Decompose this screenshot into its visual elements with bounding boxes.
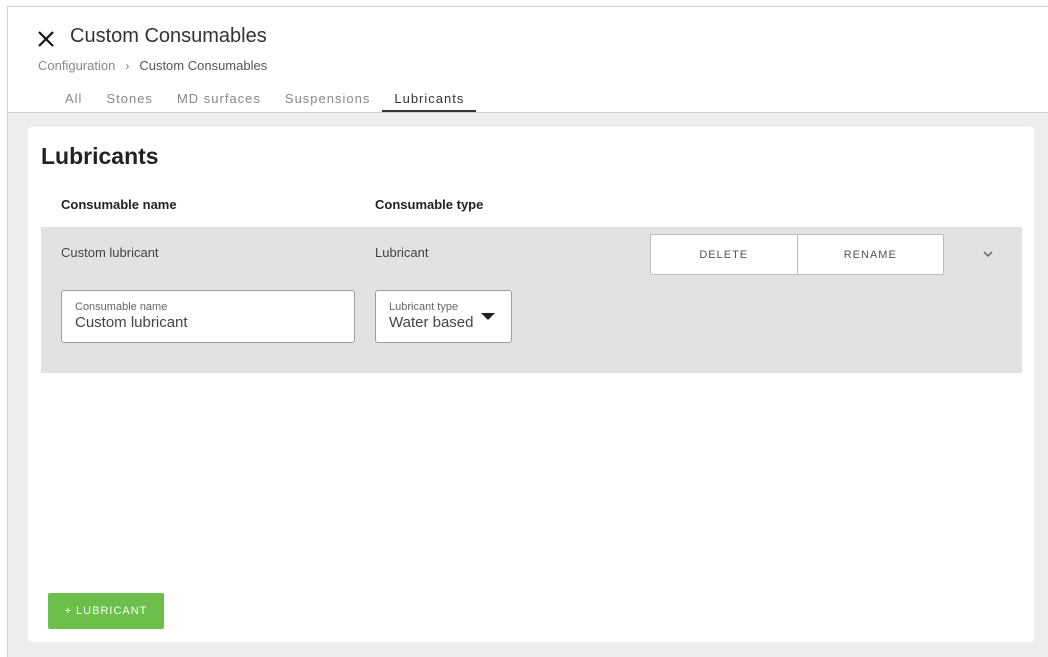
add-lubricant-button[interactable]: + LUBRICANT	[48, 593, 164, 629]
column-header-type: Consumable type	[375, 197, 484, 212]
page-title: Custom Consumables	[70, 25, 267, 47]
lubricants-panel: Lubricants Consumable name Consumable ty…	[28, 127, 1034, 642]
rename-button[interactable]: RENAME	[796, 235, 944, 274]
table-row: Custom lubricant Lubricant DELETE RENAME…	[41, 227, 1022, 373]
breadcrumb: Configuration › Custom Consumables	[38, 58, 267, 73]
consumable-name-label: Consumable name	[75, 301, 168, 313]
consumable-name-field[interactable]: Consumable name Custom lubricant	[61, 290, 355, 343]
row-actions: DELETE RENAME	[650, 234, 944, 275]
tab-stones[interactable]: Stones	[94, 90, 164, 112]
breadcrumb-current: Custom Consumables	[139, 58, 268, 73]
tab-md-surfaces[interactable]: MD surfaces	[165, 90, 273, 112]
lubricant-type-select[interactable]: Lubricant type Water based	[375, 290, 512, 343]
lubricant-type-label: Lubricant type	[389, 301, 459, 313]
tab-suspensions[interactable]: Suspensions	[273, 90, 382, 112]
dropdown-caret-icon	[481, 313, 495, 320]
row-name: Custom lubricant	[61, 245, 159, 260]
breadcrumb-separator-icon: ›	[125, 58, 130, 73]
header: Custom Consumables Configuration › Custo…	[8, 7, 1048, 113]
tab-all[interactable]: All	[53, 90, 94, 112]
tab-bar: All Stones MD surfaces Suspensions Lubri…	[53, 89, 477, 112]
panel-title: Lubricants	[41, 143, 159, 169]
tab-lubricants[interactable]: Lubricants	[382, 90, 477, 112]
column-header-name: Consumable name	[61, 197, 177, 212]
close-icon[interactable]	[36, 29, 56, 49]
row-type: Lubricant	[375, 245, 429, 260]
delete-button[interactable]: DELETE	[651, 235, 797, 274]
app-window: Custom Consumables Configuration › Custo…	[7, 6, 1048, 657]
lubricant-type-value: Water based	[389, 314, 474, 331]
chevron-down-icon[interactable]	[981, 247, 995, 261]
consumable-name-value: Custom lubricant	[75, 314, 188, 331]
breadcrumb-root[interactable]: Configuration	[38, 58, 115, 73]
